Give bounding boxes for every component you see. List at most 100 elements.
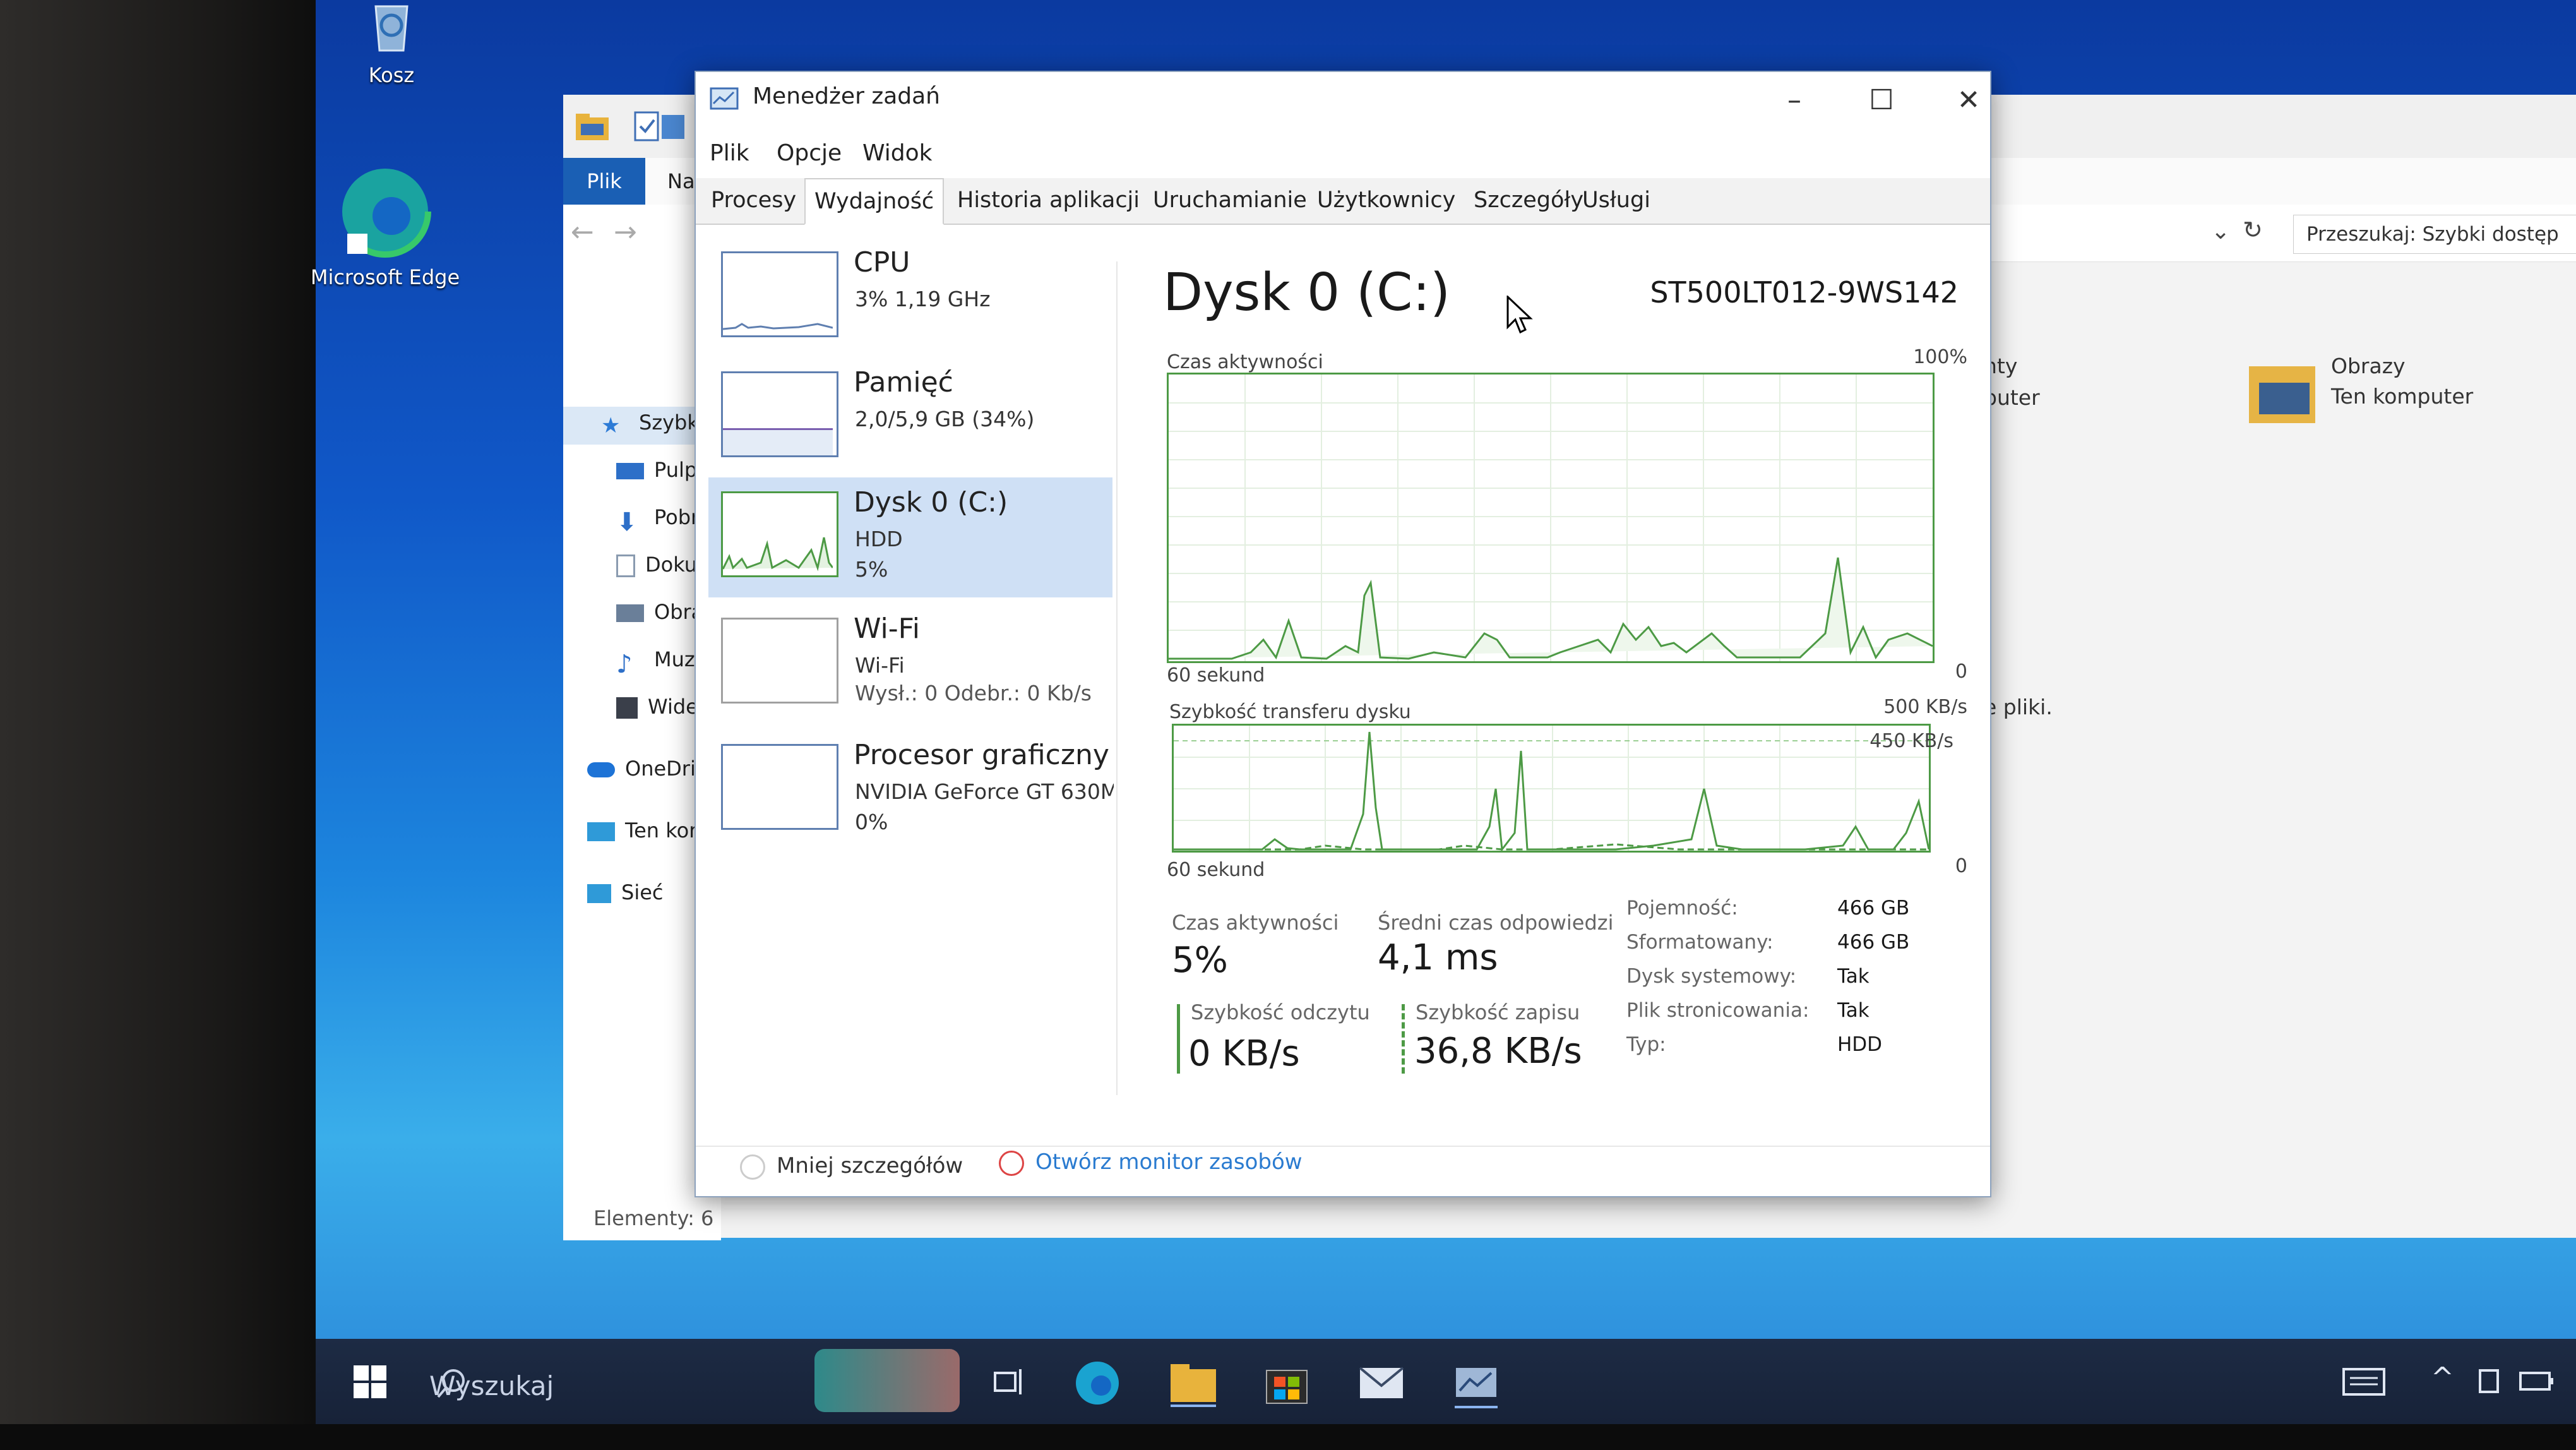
sidebar-item-label: Wide <box>648 695 698 719</box>
sidebar-item-label: OneDri <box>625 757 696 781</box>
folder-location: Ten komputer <box>2331 384 2474 409</box>
tab-users[interactable]: Użytkownicy <box>1308 178 1464 222</box>
windows-start-icon[interactable] <box>354 1365 386 1398</box>
task-view-icon[interactable] <box>991 1364 1027 1399</box>
sidebar-item-quick-access[interactable]: ★ Szybki <box>601 410 705 438</box>
prop-page-file-value: Tak <box>1837 999 1869 1022</box>
perf-item-cpu[interactable]: CPU 3% 1,19 GHz <box>708 237 1112 357</box>
graph1-min: 0 <box>1955 661 1967 683</box>
resource-monitor-icon <box>999 1150 1024 1176</box>
menu-options[interactable]: Opcje <box>777 140 842 166</box>
new-folder-icon[interactable] <box>659 111 687 141</box>
perf-item-gpu[interactable]: Procesor graficzny NVIDIA GeForce GT 630… <box>708 730 1114 850</box>
network-tray-icon[interactable] <box>2475 1367 2503 1397</box>
action-center-icon[interactable] <box>2342 1367 2387 1397</box>
response-time-value: 4,1 ms <box>1378 937 1498 978</box>
refresh-icon[interactable]: ↻ <box>2243 216 2263 244</box>
back-arrow-icon[interactable]: ← <box>571 216 594 248</box>
read-series-indicator <box>1177 1004 1180 1074</box>
desktop-icon-edge[interactable]: Microsoft Edge <box>303 164 467 289</box>
active-time-plot <box>1169 374 1933 661</box>
perf-item-detail: HDD <box>855 527 903 551</box>
transfer-rate-graph <box>1172 724 1931 853</box>
menu-file[interactable]: Plik <box>710 140 749 166</box>
chevron-up-icon[interactable]: ^ <box>2431 1362 2454 1394</box>
pictures-folder-tile[interactable] <box>2249 360 2318 429</box>
taskbar-search-box[interactable]: Wyszukaj <box>429 1370 554 1401</box>
cpu-sparkline <box>722 323 833 330</box>
perf-item-name: Pamięć <box>854 366 953 398</box>
prop-capacity-value: 466 GB <box>1837 897 1910 920</box>
active-time-label: Czas aktywności <box>1172 911 1339 935</box>
perf-item-detail: Wi-Fi <box>855 653 905 678</box>
tab-processes[interactable]: Procesy <box>702 178 805 222</box>
sidebar-item-videos[interactable]: Wide <box>616 695 698 719</box>
write-speed-value: 36,8 KB/s <box>1414 1031 1582 1072</box>
perf-item-detail: 2,0/5,9 GB (34%) <box>855 407 1035 431</box>
desktop-icon-recycle-bin[interactable]: Kosz <box>328 0 455 87</box>
sidebar-item-desktop[interactable]: Pulpi <box>616 458 703 482</box>
chevron-down-icon[interactable]: ⌄ <box>2211 219 2230 244</box>
mouse-cursor-icon <box>1506 296 1533 334</box>
star-icon: ★ <box>601 413 621 438</box>
menu-view[interactable]: Widok <box>862 140 933 166</box>
explorer-partial-text: e pliki. <box>1984 695 2053 719</box>
sidebar-item-onedrive[interactable]: OneDri <box>587 757 696 781</box>
sidebar-item-network[interactable]: Sieć <box>587 880 663 904</box>
maximize-button[interactable]: ☐ <box>1844 77 1919 124</box>
write-series-indicator <box>1402 1004 1405 1074</box>
window-title: Menedżer zadań <box>753 83 940 109</box>
task-manager-icon <box>710 87 739 110</box>
graph1-timespan: 60 sekund <box>1167 664 1265 686</box>
download-icon: ⬇ <box>616 508 638 537</box>
disk-model: ST500LT012-9WS142 <box>1650 275 1959 309</box>
tab-performance[interactable]: Wydajność <box>804 178 945 225</box>
prop-type-value: HDD <box>1837 1033 1883 1056</box>
chevron-up-circle-icon <box>740 1154 765 1180</box>
resource-monitor-link[interactable]: Otwórz monitor zasobów <box>999 1149 1303 1176</box>
transfer-rate-plot <box>1174 726 1929 851</box>
sidebar-item-music[interactable]: ♪ Muzy <box>616 647 707 679</box>
write-speed-label: Szybkość zapisu <box>1416 1000 1580 1024</box>
taskbar: ^ <box>316 1339 2576 1424</box>
title-bar[interactable]: Menedżer zadań – ☐ ✕ <box>696 72 1990 129</box>
forward-arrow-icon[interactable]: → <box>614 216 637 248</box>
edge-taskbar-icon[interactable] <box>1073 1359 1121 1407</box>
perf-item-wifi[interactable]: Wi-Fi Wi-Fi Wysł.: 0 Odebr.: 0 Kb/s <box>708 604 1112 724</box>
disk-sparkline <box>722 537 834 572</box>
pane-divider[interactable] <box>1116 261 1118 1095</box>
video-icon <box>616 697 638 719</box>
properties-icon[interactable] <box>633 111 660 141</box>
desktop-folder-icon <box>616 463 644 479</box>
fewer-details-button[interactable]: Mniej szczegółów <box>740 1153 963 1180</box>
explorer-tab-start[interactable]: Na <box>667 158 695 205</box>
search-highlight-image <box>814 1349 960 1412</box>
close-button[interactable]: ✕ <box>1931 77 2007 124</box>
sidebar-item-documents[interactable]: Doku <box>616 553 697 577</box>
battery-icon[interactable] <box>2519 1370 2555 1393</box>
tab-startup[interactable]: Uruchamianie <box>1144 178 1316 222</box>
tab-services[interactable]: Usługi <box>1573 178 1659 222</box>
fewer-details-label: Mniej szczegółów <box>777 1153 963 1178</box>
network-icon <box>587 884 611 903</box>
minimize-button[interactable]: – <box>1756 77 1832 124</box>
file-explorer-taskbar-icon[interactable] <box>1168 1360 1219 1407</box>
perf-item-disk[interactable]: Dysk 0 (C:) HDD 5% <box>708 477 1112 597</box>
explorer-tab-file[interactable]: Plik <box>563 158 645 205</box>
sidebar-item-this-pc[interactable]: Ten kor <box>587 818 697 842</box>
perf-item-memory[interactable]: Pamięć 2,0/5,9 GB (34%) <box>708 357 1112 477</box>
folder-icon <box>576 114 609 140</box>
cpu-thumbnail-graph <box>721 251 838 337</box>
tab-app-history[interactable]: Historia aplikacji <box>948 178 1148 222</box>
mail-icon[interactable] <box>1357 1362 1405 1403</box>
perf-item-name: Procesor graficzny <box>854 739 1109 771</box>
folder-name[interactable]: Obrazy <box>2331 354 2406 378</box>
store-icon[interactable] <box>1263 1359 1311 1407</box>
disk-thumbnail-graph <box>721 491 838 577</box>
desktop-icon-label: Kosz <box>368 63 415 87</box>
active-time-graph <box>1167 373 1935 663</box>
cloud-icon <box>587 762 615 777</box>
graph2-max: 500 KB/s <box>1883 696 1967 718</box>
task-manager-taskbar-icon[interactable] <box>1452 1359 1500 1410</box>
explorer-search-input[interactable]: Przeszukaj: Szybki dostęp <box>2293 215 2576 254</box>
